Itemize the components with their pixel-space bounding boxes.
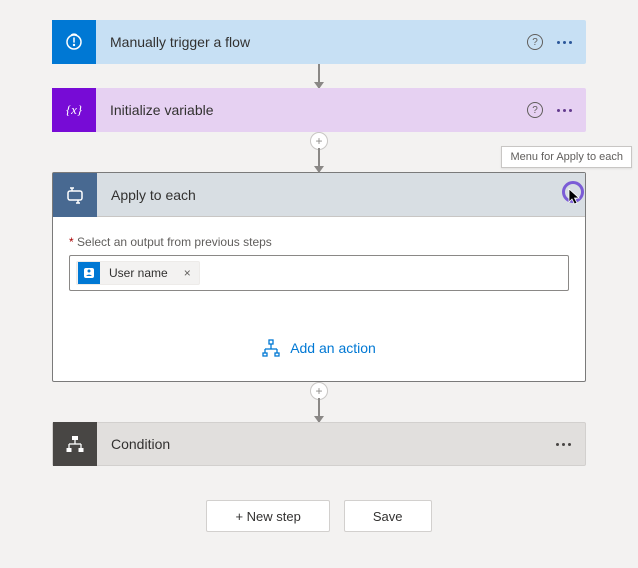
add-action-icon xyxy=(262,339,280,357)
menu-icon[interactable] xyxy=(557,41,572,44)
arrow-icon xyxy=(318,148,320,172)
menu-icon[interactable] xyxy=(557,109,572,112)
initialize-variable-card[interactable]: {x} Initialize variable ? xyxy=(52,88,586,132)
add-action-button[interactable]: Add an action xyxy=(69,339,569,357)
initvar-title: Initialize variable xyxy=(96,102,527,118)
svg-text:{x}: {x} xyxy=(66,102,83,117)
loop-icon xyxy=(53,173,97,217)
trigger-title: Manually trigger a flow xyxy=(96,34,527,50)
menu-icon[interactable] xyxy=(556,443,571,446)
arrow-icon xyxy=(318,64,320,88)
trigger-icon xyxy=(52,20,96,64)
field-label: * Select an output from previous steps xyxy=(69,235,569,249)
variable-icon: {x} xyxy=(52,88,96,132)
output-select-input[interactable]: User name × xyxy=(69,255,569,291)
apply-title: Apply to each xyxy=(97,187,571,203)
condition-card[interactable]: Condition xyxy=(52,422,586,466)
info-icon[interactable]: ? xyxy=(527,34,543,50)
save-button[interactable]: Save xyxy=(344,500,432,532)
apply-to-each-header[interactable]: Apply to each xyxy=(53,173,585,217)
trigger-card[interactable]: Manually trigger a flow ? xyxy=(52,20,586,64)
tooltip: Menu for Apply to each xyxy=(501,146,632,168)
arrow-icon xyxy=(318,398,320,422)
info-icon[interactable]: ? xyxy=(527,102,543,118)
apply-to-each-card: Apply to each * Select an output from pr… xyxy=(52,172,586,382)
dynamic-token[interactable]: User name × xyxy=(76,261,200,285)
token-icon xyxy=(78,262,100,284)
condition-title: Condition xyxy=(97,436,556,452)
condition-icon xyxy=(53,422,97,466)
token-name: User name xyxy=(101,266,176,280)
new-step-button[interactable]: + New step xyxy=(206,500,329,532)
token-remove-icon[interactable]: × xyxy=(176,266,199,280)
